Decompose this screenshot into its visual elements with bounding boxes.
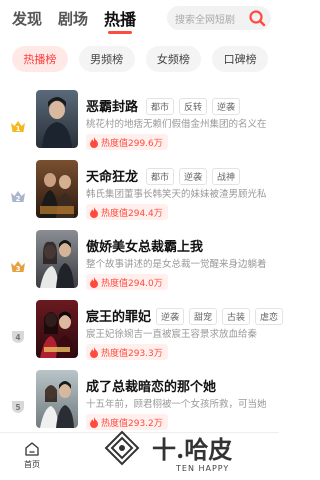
rank-shield-icon: 5 (12, 401, 24, 413)
flame-icon (90, 416, 98, 428)
drama-title[interactable]: 傲娇美女总裁霸上我 (86, 236, 203, 255)
tab-theater[interactable]: 剧场 (58, 8, 88, 29)
tag: 反转 (179, 98, 208, 115)
drama-cover[interactable] (36, 370, 78, 428)
heat-badge: 热度值294.4万 (86, 204, 168, 220)
drama-cover[interactable] (36, 90, 78, 148)
watermark-name: 十.哈皮 (152, 435, 233, 464)
heat-value: 热度值294.0万 (101, 278, 163, 289)
top-nav: 发现 剧场 热播 搜索全网短剧 (0, 0, 279, 36)
list-item[interactable]: 4 宸王的罪妃 逆袭 甜宠 古装 虐恋 宸王妃徐婉吉一直被宸王容景求放血给秦 热… (0, 300, 284, 370)
tag: 逆袭 (156, 308, 185, 325)
ranking-chips: 热播榜 男频榜 女频榜 口碑榜 (0, 46, 279, 72)
cover-image (36, 370, 78, 428)
home-tab-label: 首页 (24, 460, 40, 469)
drama-title[interactable]: 恶霸封路 (86, 96, 138, 115)
tag: 虐恋 (255, 308, 284, 325)
cover-image (36, 160, 78, 218)
tag: 甜宠 (189, 308, 218, 325)
search-placeholder: 搜索全网短剧 (175, 14, 235, 26)
tag-list: 都市 逆袭 战神 (146, 168, 245, 185)
drama-title[interactable]: 天命狂龙 (86, 166, 138, 185)
heat-badge: 热度值299.6万 (86, 134, 168, 150)
drama-title[interactable]: 宸王的罪妃 (86, 306, 151, 325)
svg-text:5: 5 (15, 403, 20, 412)
heat-value: 热度值293.3万 (101, 348, 163, 359)
tag: 都市 (146, 168, 175, 185)
chip-female-ranking[interactable]: 女频榜 (145, 46, 202, 72)
list-item[interactable]: 3 傲娇美女总裁霸上我 整个故事讲述的是女总裁一觉醒来身边躺着 热度值294.0… (0, 230, 279, 300)
rank-badge-5: 5 (10, 398, 26, 414)
watermark-subtitle: TEN HAPPY (176, 464, 230, 473)
search-bar[interactable]: 搜索全网短剧 (167, 6, 271, 30)
drama-title[interactable]: 成了总裁暗恋的那个她 (86, 376, 216, 395)
rank-shield-icon: 4 (12, 331, 24, 343)
list-item[interactable]: 2 天命狂龙 都市 逆袭 战神 韩氏集团董事长韩笑天的妹妹被渣男顾光私 热度值2… (0, 160, 279, 230)
tag: 都市 (146, 98, 175, 115)
flame-icon (90, 276, 98, 288)
rank-badge-3: 3 (10, 258, 26, 274)
drama-cover[interactable] (36, 230, 78, 288)
drama-description: 宸王妃徐婉吉一直被宸王容景求放血给秦 (86, 329, 258, 340)
svg-text:3: 3 (16, 265, 21, 273)
svg-text:1: 1 (16, 125, 21, 133)
crown-gold-icon: 1 (11, 121, 25, 133)
tag: 战神 (212, 168, 241, 185)
tab-hot[interactable]: 热播 (104, 6, 136, 34)
cover-image (36, 300, 78, 358)
flame-icon (90, 136, 98, 148)
rank-badge-4: 4 (10, 328, 26, 344)
rank-badge-2: 2 (10, 188, 26, 204)
heat-value: 热度值294.4万 (101, 208, 163, 219)
flame-icon (90, 206, 98, 218)
drama-description: 韩氏集团董事长韩笑天的妹妹被渣男顾光私 (86, 189, 267, 200)
heat-badge: 热度值293.3万 (86, 344, 168, 360)
drama-description: 整个故事讲述的是女总裁一觉醒来身边躺着 (86, 259, 267, 270)
drama-description: 十五年前，顾君栩被一个女孩所救，可当她 (86, 399, 267, 410)
tag: 古装 (222, 308, 251, 325)
svg-text:2: 2 (16, 195, 21, 203)
heat-badge: 热度值294.0万 (86, 274, 168, 290)
home-tab[interactable]: 首页 (20, 441, 44, 470)
heat-value: 热度值299.6万 (101, 138, 163, 149)
drama-cover[interactable] (36, 300, 78, 358)
tag-list: 逆袭 甜宠 古装 虐恋 (156, 308, 288, 325)
svg-text:4: 4 (15, 333, 20, 342)
drama-description: 桃花村的地痞无赖们假借金州集团的名义在 (86, 119, 267, 130)
tab-discover[interactable]: 发现 (12, 8, 42, 29)
tag-list: 都市 反转 逆袭 (146, 98, 245, 115)
watermark-logo (104, 430, 140, 466)
home-icon (25, 442, 39, 456)
tag: 逆袭 (212, 98, 241, 115)
flame-icon (90, 346, 98, 358)
cover-image (36, 90, 78, 148)
crown-bronze-icon: 3 (11, 261, 25, 273)
chip-reputation-ranking[interactable]: 口碑榜 (212, 46, 268, 72)
cover-image (36, 230, 78, 288)
chip-hot-ranking[interactable]: 热播榜 (12, 46, 68, 72)
drama-cover[interactable] (36, 160, 78, 218)
crown-silver-icon: 2 (11, 191, 25, 203)
list-item[interactable]: 1 恶霸封路 都市 反转 逆袭 桃花村的地痞无赖们假借金州集团的名义在 热度值2… (0, 90, 279, 160)
search-icon[interactable] (247, 8, 267, 28)
tag: 逆袭 (179, 168, 208, 185)
watermark: 十.哈皮 TEN HAPPY (102, 426, 262, 480)
chip-male-ranking[interactable]: 男频榜 (78, 46, 135, 72)
rank-badge-1: 1 (10, 118, 26, 134)
